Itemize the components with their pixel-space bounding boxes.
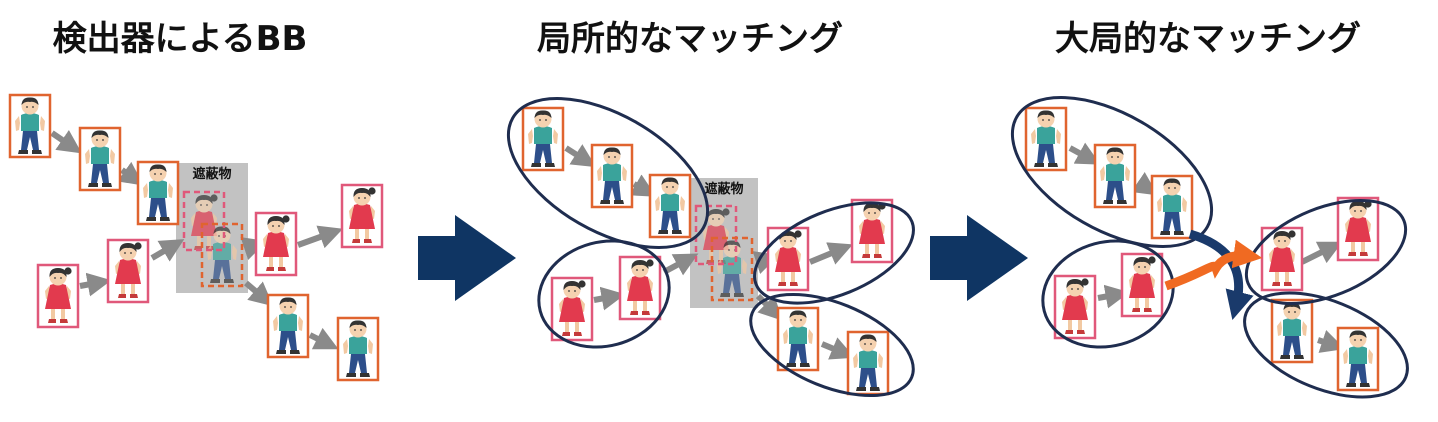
panel-local-matching: 遮蔽物 — [506, 97, 915, 398]
panel-global-matching — [1010, 96, 1409, 399]
title-detector: 検出器によるBB — [53, 19, 308, 59]
occluder-label: 遮蔽物 — [704, 181, 743, 197]
panel-detector: 遮蔽物 — [8, 93, 384, 382]
title-global-matching: 大局的なマッチング — [1055, 19, 1361, 59]
tracking-diagram: 検出器によるBB 局所的なマッチング 大局的なマッチング 遮蔽物 遮蔽物 — [8, 19, 1409, 399]
right-triangle-arrow-icon — [418, 215, 516, 301]
title-local-matching: 局所的なマッチング — [537, 19, 843, 59]
right-triangle-arrow-icon — [930, 215, 1028, 301]
occluder-label: 遮蔽物 — [192, 166, 231, 182]
